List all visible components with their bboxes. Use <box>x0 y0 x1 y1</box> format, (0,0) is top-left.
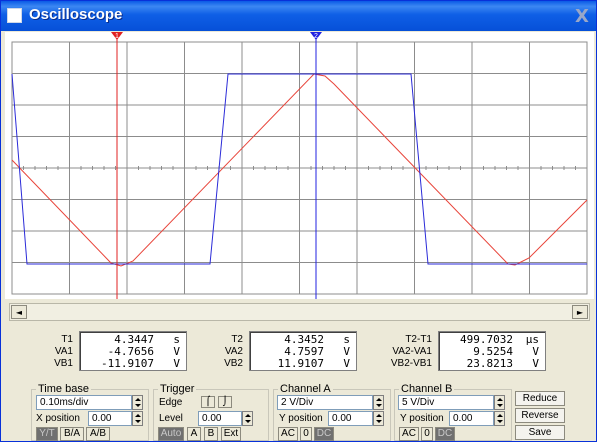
channel-b-ypos-input[interactable]: 0.00 <box>449 411 494 426</box>
timebase-spinner[interactable] <box>132 395 143 410</box>
channel-a-ypos-spinner[interactable] <box>373 411 384 426</box>
channel-b-ypos-spinner[interactable] <box>494 411 505 426</box>
channel-b-ac-button[interactable]: AC <box>399 427 419 441</box>
mode-ba-button[interactable]: B/A <box>60 427 84 441</box>
trigger-legend: Trigger <box>160 383 195 395</box>
channel-a-ac-button[interactable]: AC <box>278 427 298 441</box>
cursor-2-label: 2 <box>314 33 318 40</box>
readout-box-t1: 4.3447 s -4.7656 V -11.9107 V <box>79 331 187 371</box>
scope-display: 12 <box>11 32 588 299</box>
channel-b-ypos-label: Y position <box>400 413 444 424</box>
readout-label-t1-0: T1 <box>61 334 73 345</box>
level-label: Level <box>159 413 183 424</box>
readout-label-t2-2: VB2 <box>224 358 243 369</box>
window-title: Oscilloscope <box>29 6 123 23</box>
channel-a-scale-spinner[interactable] <box>373 395 384 410</box>
readout-unit: V <box>343 357 350 370</box>
readout-unit: V <box>532 357 539 370</box>
trigger-ext-button[interactable]: Ext <box>221 427 241 441</box>
channel-b-dc-button[interactable]: DC <box>435 427 455 441</box>
trigger-b-button[interactable]: B <box>204 427 218 441</box>
channel-a-scale[interactable]: 2 V/Div <box>277 395 373 410</box>
reduce-button[interactable]: Reduce <box>515 391 565 406</box>
trigger-a-button[interactable]: A <box>187 427 201 441</box>
oscilloscope-window: Oscilloscope X 12 ◄ ► T1 VA1 VB1 4.3447 s -4.… <box>0 0 597 442</box>
trigger-level-input[interactable]: 0.00 <box>198 411 242 426</box>
channel-a-ypos-label: Y position <box>279 413 323 424</box>
trigger-auto-button[interactable]: Auto <box>158 427 184 441</box>
channel-a-zero-button[interactable]: 0 <box>300 427 312 441</box>
readout-label-t1-1: VA1 <box>54 346 73 357</box>
readout-box-diff: 499.7032 µs 9.5254 V 23.8213 V <box>438 331 546 371</box>
readout-line: 11.9107 V <box>250 357 356 371</box>
channel-a-dc-button[interactable]: DC <box>314 427 334 441</box>
xposition-label: X position <box>36 413 80 424</box>
readout-label-t2-1: VA2 <box>224 346 243 357</box>
cursor-1-label: 1 <box>115 33 119 40</box>
readout-box-t2: 4.3452 s 4.7597 V 11.9107 V <box>249 331 357 371</box>
mode-yt-button[interactable]: Y/T <box>36 427 58 441</box>
readout-label-t2-0: T2 <box>231 334 243 345</box>
readout-label-diff-1: VA2-VA1 <box>392 346 432 357</box>
readout-label-diff-0: T2-T1 <box>405 334 432 345</box>
scope-screen: 12 <box>5 32 594 299</box>
mode-ab-button[interactable]: A/B <box>86 427 110 441</box>
readout-line: -11.9107 V <box>80 357 186 371</box>
readout-value: -11.9107 <box>101 357 154 370</box>
readout-value: 23.8213 <box>466 357 513 370</box>
channel-b-scale-spinner[interactable] <box>494 395 505 410</box>
timebase-legend: Time base <box>38 383 89 395</box>
falling-edge-icon[interactable]: ⌡ <box>218 396 232 408</box>
title-bar[interactable]: Oscilloscope X <box>1 1 596 31</box>
timebase-value[interactable]: 0.10ms/div <box>36 395 132 410</box>
rising-edge-icon[interactable]: ⌠ <box>201 396 215 408</box>
readout-label-t1-2: VB1 <box>54 358 73 369</box>
readout-unit: V <box>173 357 180 370</box>
readout-value: 11.9107 <box>277 357 324 370</box>
trigger-level-spinner[interactable] <box>242 411 253 426</box>
save-button[interactable]: Save <box>515 425 565 440</box>
xposition-spinner[interactable] <box>132 411 143 426</box>
window-icon <box>7 8 22 23</box>
channel-a-legend: Channel A <box>280 383 331 395</box>
edge-label: Edge <box>159 397 183 408</box>
readout-line: 23.8213 V <box>439 357 545 371</box>
scroll-right-arrow-icon[interactable]: ► <box>572 305 588 319</box>
channel-a-ypos-input[interactable]: 0.00 <box>328 411 373 426</box>
channel-b-scale[interactable]: 5 V/Div <box>398 395 494 410</box>
horizontal-scrollbar[interactable]: ◄ ► <box>9 303 590 321</box>
channel-b-legend: Channel B <box>401 383 453 395</box>
scroll-left-arrow-icon[interactable]: ◄ <box>11 305 27 319</box>
reverse-button[interactable]: Reverse <box>515 408 565 423</box>
channel-b-zero-button[interactable]: 0 <box>421 427 433 441</box>
close-button[interactable]: X <box>571 5 593 27</box>
xposition-input[interactable]: 0.00 <box>88 411 132 426</box>
readout-label-diff-2: VB2-VB1 <box>390 358 432 369</box>
